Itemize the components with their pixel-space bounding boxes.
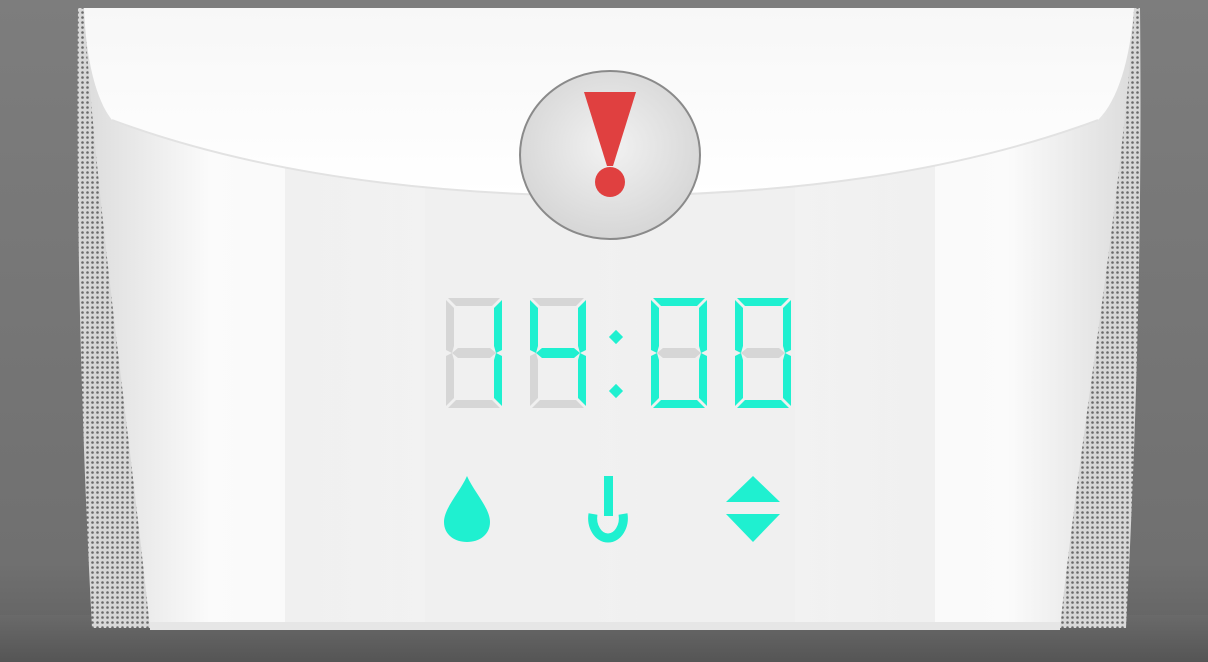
segment-c	[783, 353, 791, 406]
segment-a	[737, 298, 789, 306]
segment-b	[783, 300, 791, 353]
power-icon	[588, 476, 628, 543]
segment-c	[494, 353, 502, 406]
up-down-arrows-icon	[726, 476, 780, 542]
segment-f	[735, 300, 743, 353]
exclamation-icon	[519, 70, 701, 240]
segment-g	[741, 348, 785, 358]
water-button[interactable]	[440, 474, 494, 544]
time-display: 14:00	[438, 296, 798, 412]
segment-f	[530, 300, 538, 353]
segment-f	[651, 300, 659, 353]
segment-a	[653, 298, 705, 306]
segment-d	[448, 400, 500, 408]
segment-b	[699, 300, 707, 353]
segment-e	[530, 353, 538, 406]
digit-4	[735, 298, 791, 408]
segment-c	[699, 353, 707, 406]
segment-f	[446, 300, 454, 353]
segment-d	[653, 400, 705, 408]
digit-2	[530, 298, 586, 408]
alert-button[interactable]	[518, 70, 702, 240]
segment-a	[448, 298, 500, 306]
segment-c	[578, 353, 586, 406]
water-drop-icon	[444, 476, 490, 542]
segment-g	[452, 348, 496, 358]
digit-1	[446, 298, 502, 408]
power-button[interactable]	[578, 474, 638, 544]
segment-d	[737, 400, 789, 408]
colon-separator	[608, 329, 624, 399]
segment-e	[735, 353, 743, 406]
segment-b	[494, 300, 502, 353]
segment-g	[536, 348, 580, 358]
adjust-button[interactable]	[724, 474, 782, 544]
segment-d	[532, 400, 584, 408]
segment-b	[578, 300, 586, 353]
segment-e	[446, 353, 454, 406]
segment-e	[651, 353, 659, 406]
device-stage: 14:00	[0, 0, 1208, 662]
segment-g	[657, 348, 701, 358]
segment-a	[532, 298, 584, 306]
digit-3	[651, 298, 707, 408]
